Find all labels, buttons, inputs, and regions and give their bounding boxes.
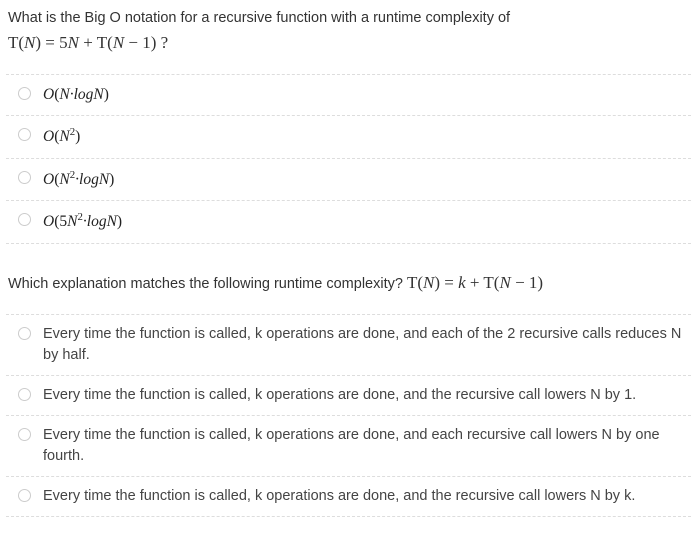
question-1-text: What is the Big O notation for a recursi… xyxy=(8,10,510,26)
q1-option-1[interactable]: O(N2) xyxy=(6,115,691,158)
q1-option-2[interactable]: O(N2·logN) xyxy=(6,158,691,201)
question-1: What is the Big O notation for a recursi… xyxy=(6,8,691,244)
question-1-prompt: What is the Big O notation for a recursi… xyxy=(6,8,691,56)
q1-option-0-label: O(N·logN) xyxy=(43,84,691,106)
question-2: Which explanation matches the following … xyxy=(6,270,691,517)
q2-option-3-label: Every time the function is called, k ope… xyxy=(43,486,691,507)
radio-icon xyxy=(18,388,31,401)
radio-icon xyxy=(18,171,31,184)
q1-option-3[interactable]: O(5N2·logN) xyxy=(6,200,691,244)
radio-icon xyxy=(18,213,31,226)
q2-option-2[interactable]: Every time the function is called, k ope… xyxy=(6,415,691,476)
q2-option-2-label: Every time the function is called, k ope… xyxy=(43,425,691,467)
radio-icon xyxy=(18,87,31,100)
question-2-text: Which explanation matches the following … xyxy=(8,276,407,292)
q1-option-3-label: O(5N2·logN) xyxy=(43,210,691,234)
question-2-options: Every time the function is called, k ope… xyxy=(6,314,691,517)
q2-option-0[interactable]: Every time the function is called, k ope… xyxy=(6,314,691,375)
question-2-formula: T(N) = k + T(N − 1) xyxy=(407,273,543,292)
question-1-formula: T(N) = 5N + T(N − 1) ? xyxy=(8,33,168,52)
q2-option-1-label: Every time the function is called, k ope… xyxy=(43,385,691,406)
q1-option-1-label: O(N2) xyxy=(43,125,691,149)
q2-option-0-label: Every time the function is called, k ope… xyxy=(43,324,691,366)
q1-option-2-label: O(N2·logN) xyxy=(43,168,691,192)
q1-option-0[interactable]: O(N·logN) xyxy=(6,74,691,115)
q2-option-1[interactable]: Every time the function is called, k ope… xyxy=(6,375,691,415)
q2-option-3[interactable]: Every time the function is called, k ope… xyxy=(6,476,691,517)
radio-icon xyxy=(18,489,31,502)
question-1-options: O(N·logN) O(N2) O(N2·logN) O(5N2·logN) xyxy=(6,74,691,244)
radio-icon xyxy=(18,128,31,141)
radio-icon xyxy=(18,327,31,340)
question-2-prompt: Which explanation matches the following … xyxy=(6,270,691,296)
radio-icon xyxy=(18,428,31,441)
